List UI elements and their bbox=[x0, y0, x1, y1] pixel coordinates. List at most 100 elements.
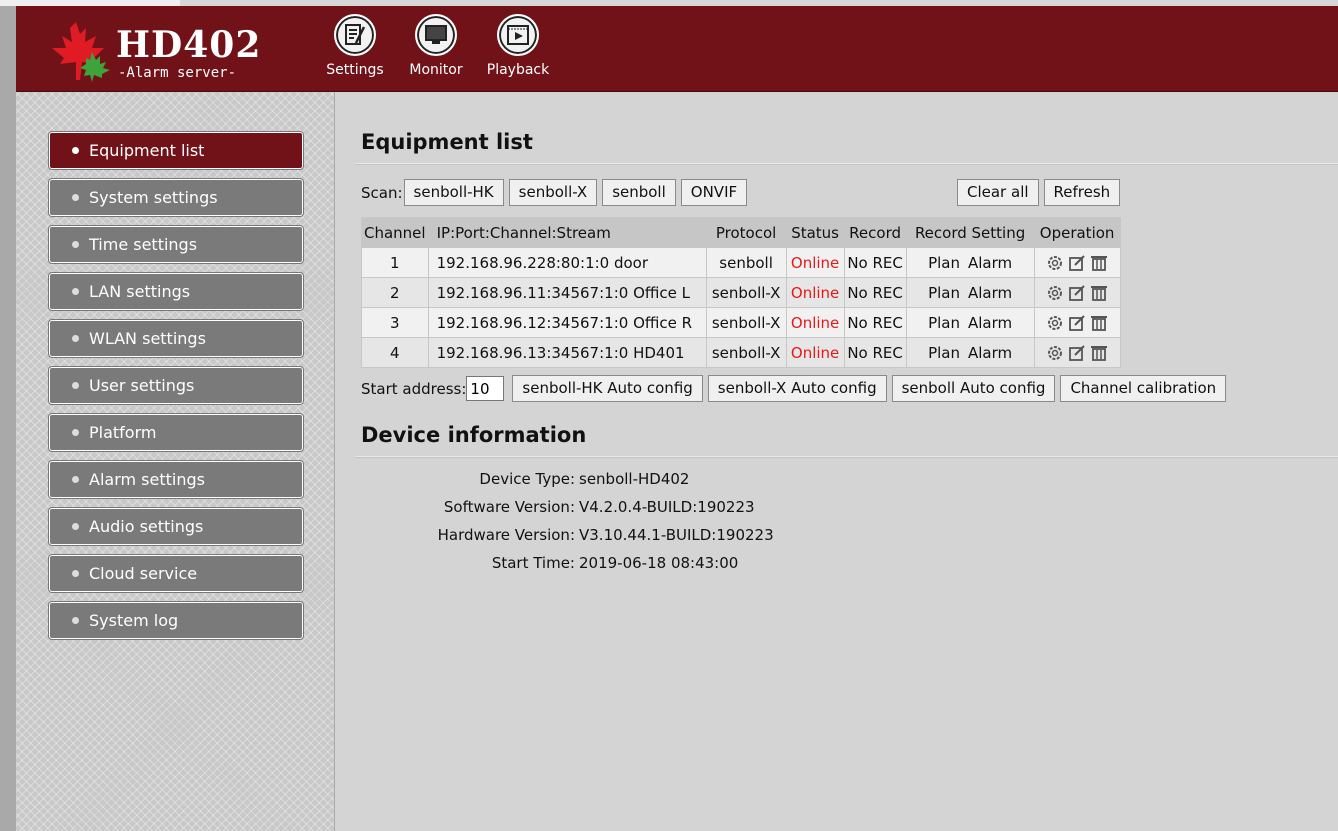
device-info: Device Type: senboll-HD402 Software Vers… bbox=[335, 470, 795, 582]
software-version-label: Software Version: bbox=[443, 498, 575, 516]
sidebar-item-audio-settings[interactable]: Audio settings bbox=[49, 508, 303, 545]
sidebar-item-cloud-service[interactable]: Cloud service bbox=[49, 555, 303, 592]
alarm-link[interactable]: Alarm bbox=[968, 344, 1012, 362]
gear-icon[interactable] bbox=[1046, 284, 1064, 302]
sidebar-item-wlan-settings[interactable]: WLAN settings bbox=[49, 320, 303, 357]
delete-icon[interactable] bbox=[1090, 284, 1108, 302]
table-row: 1 192.168.96.228:80:1:0 door senboll Onl… bbox=[361, 247, 1121, 278]
cell-record-setting: Plan Alarm bbox=[905, 247, 1035, 278]
device-type-value: senboll-HD402 bbox=[579, 470, 690, 488]
sidebar-item-alarm-settings[interactable]: Alarm settings bbox=[49, 461, 303, 498]
scan-senboll-hk-button[interactable]: senboll-HK bbox=[403, 179, 504, 206]
clear-all-button[interactable]: Clear all bbox=[957, 179, 1039, 206]
nav-settings[interactable]: Settings bbox=[316, 14, 394, 78]
sidebar-item-label: Platform bbox=[89, 423, 157, 442]
cell-protocol: senboll bbox=[705, 247, 787, 278]
delete-icon[interactable] bbox=[1090, 344, 1108, 362]
top-nav: Settings Monitor Playback bbox=[316, 14, 558, 78]
scan-onvif-button[interactable]: ONVIF bbox=[680, 179, 748, 206]
nav-monitor-label: Monitor bbox=[409, 62, 463, 78]
plan-link[interactable]: Plan bbox=[928, 314, 960, 332]
col-record-setting: Record Setting bbox=[905, 217, 1035, 248]
gear-icon[interactable] bbox=[1046, 344, 1064, 362]
sidebar-item-label: WLAN settings bbox=[89, 329, 206, 348]
software-version-row: Software Version: V4.2.0.4-BUILD:190223 bbox=[335, 498, 795, 523]
scan-label: Scan: bbox=[361, 183, 403, 202]
logo-title: HD402 bbox=[116, 24, 262, 66]
alarm-link[interactable]: Alarm bbox=[968, 284, 1012, 302]
nav-monitor[interactable]: Monitor bbox=[394, 14, 478, 78]
bullet-icon bbox=[72, 147, 79, 154]
gear-icon[interactable] bbox=[1046, 254, 1064, 272]
app-header: HD402 -Alarm server- Settings Monitor Pl… bbox=[16, 6, 1338, 92]
nav-playback-label: Playback bbox=[486, 62, 550, 78]
gear-icon[interactable] bbox=[1046, 314, 1064, 332]
edit-icon[interactable] bbox=[1068, 344, 1086, 362]
device-type-label: Device Type: bbox=[479, 470, 575, 488]
table-row: 2 192.168.96.11:34567:1:0 Office L senbo… bbox=[361, 277, 1121, 308]
bullet-icon bbox=[72, 194, 79, 201]
cell-channel: 2 bbox=[361, 277, 429, 308]
nav-playback[interactable]: Playback bbox=[478, 14, 558, 78]
alarm-link[interactable]: Alarm bbox=[968, 314, 1012, 332]
delete-icon[interactable] bbox=[1090, 314, 1108, 332]
divider bbox=[355, 163, 1338, 165]
equipment-list-title: Equipment list bbox=[361, 130, 533, 154]
cell-protocol: senboll-X bbox=[705, 337, 787, 368]
sidebar-item-user-settings[interactable]: User settings bbox=[49, 367, 303, 404]
cell-operation bbox=[1033, 277, 1121, 308]
alarm-link[interactable]: Alarm bbox=[968, 254, 1012, 272]
cell-protocol: senboll-X bbox=[705, 307, 787, 338]
sidebar-item-time-settings[interactable]: Time settings bbox=[49, 226, 303, 263]
col-protocol: Protocol bbox=[705, 217, 787, 248]
start-address-input[interactable] bbox=[466, 376, 505, 401]
refresh-button[interactable]: Refresh bbox=[1043, 179, 1121, 206]
sidebar-item-lan-settings[interactable]: LAN settings bbox=[49, 273, 303, 310]
col-record: Record bbox=[843, 217, 907, 248]
sidebar-item-platform[interactable]: Platform bbox=[49, 414, 303, 451]
plan-link[interactable]: Plan bbox=[928, 284, 960, 302]
device-information-title: Device information bbox=[361, 423, 587, 447]
bullet-icon bbox=[72, 617, 79, 624]
channel-calibration-button[interactable]: Channel calibration bbox=[1060, 375, 1227, 402]
table-row: 4 192.168.96.13:34567:1:0 HD401 senboll-… bbox=[361, 337, 1121, 368]
cell-record-setting: Plan Alarm bbox=[905, 337, 1035, 368]
scan-senboll-button[interactable]: senboll bbox=[602, 179, 676, 206]
logo-subtitle: -Alarm server- bbox=[118, 65, 237, 81]
bullet-icon bbox=[72, 429, 79, 436]
monitor-icon bbox=[415, 14, 457, 56]
cell-channel: 4 bbox=[361, 337, 429, 368]
edit-icon[interactable] bbox=[1068, 254, 1086, 272]
sidebar-item-system-log[interactable]: System log bbox=[49, 602, 303, 639]
col-ip: IP:Port:Channel:Stream bbox=[427, 217, 707, 248]
delete-icon[interactable] bbox=[1090, 254, 1108, 272]
senboll-hk-auto-config-button[interactable]: senboll-HK Auto config bbox=[512, 375, 703, 402]
sidebar-item-system-settings[interactable]: System settings bbox=[49, 179, 303, 216]
cell-status: Online bbox=[785, 277, 845, 308]
bullet-icon bbox=[72, 523, 79, 530]
cell-status: Online bbox=[785, 307, 845, 338]
table-header-row: Channel IP:Port:Channel:Stream Protocol … bbox=[361, 217, 1121, 248]
col-status: Status bbox=[785, 217, 845, 248]
cell-record: No REC bbox=[843, 337, 907, 368]
sidebar-menu: Equipment list System settings Time sett… bbox=[49, 132, 303, 649]
cell-protocol: senboll-X bbox=[705, 277, 787, 308]
senboll-x-auto-config-button[interactable]: senboll-X Auto config bbox=[707, 375, 887, 402]
edit-icon[interactable] bbox=[1068, 314, 1086, 332]
playback-icon bbox=[497, 14, 539, 56]
sidebar-item-label: LAN settings bbox=[89, 282, 191, 301]
senboll-auto-config-button[interactable]: senboll Auto config bbox=[891, 375, 1056, 402]
cell-record: No REC bbox=[843, 277, 907, 308]
bullet-icon bbox=[72, 570, 79, 577]
divider bbox=[355, 456, 1338, 458]
plan-link[interactable]: Plan bbox=[928, 254, 960, 272]
edit-icon[interactable] bbox=[1068, 284, 1086, 302]
bullet-icon bbox=[72, 382, 79, 389]
sidebar-item-label: Cloud service bbox=[89, 564, 198, 583]
plan-link[interactable]: Plan bbox=[928, 344, 960, 362]
hardware-version-label: Hardware Version: bbox=[437, 526, 575, 544]
scan-senboll-x-button[interactable]: senboll-X bbox=[508, 179, 598, 206]
sidebar-item-equipment-list[interactable]: Equipment list bbox=[49, 132, 303, 169]
cell-status: Online bbox=[785, 337, 845, 368]
list-actions: Clear all Refresh bbox=[957, 179, 1121, 206]
